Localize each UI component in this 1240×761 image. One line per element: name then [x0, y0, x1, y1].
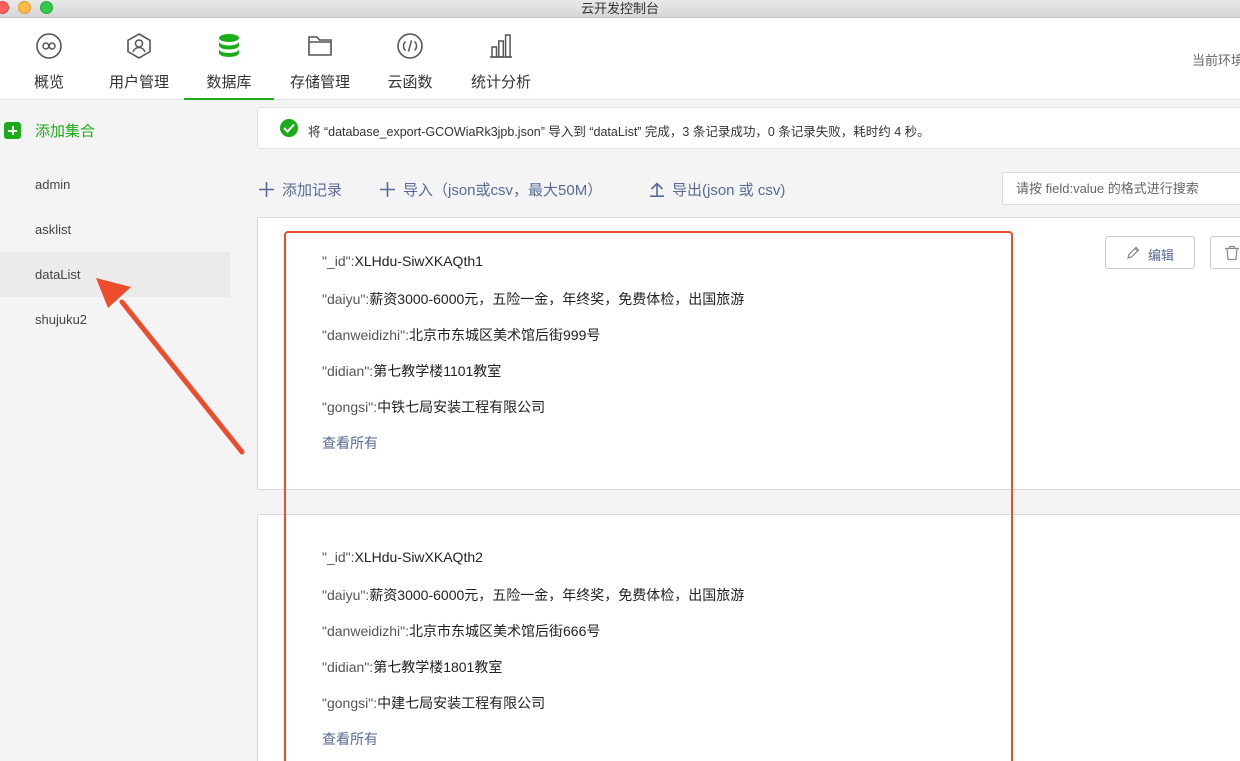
export-button[interactable]: 导出(json 或 csv) — [650, 179, 785, 200]
collection-asklist[interactable]: asklist — [0, 207, 230, 252]
edit-record-button[interactable]: 编辑 — [1105, 236, 1195, 269]
collection-shujuku2[interactable]: shujuku2 — [0, 297, 230, 342]
nav-statistics[interactable]: 统计分析 — [466, 18, 536, 100]
nav-overview[interactable]: 概览 — [22, 18, 76, 100]
add-collection-button[interactable]: 添加集合 — [0, 118, 200, 142]
record-field: "gongsi":中建七局安装工程有限公司 — [322, 695, 546, 711]
record-field: "danweidizhi":北京市东城区美术馆后街999号 — [322, 327, 601, 343]
edit-record-label: 编辑 — [1148, 248, 1175, 263]
record-field: "daiyu":薪资3000-6000元，五险一金，年终奖，免费体检，出国旅游 — [322, 291, 745, 307]
plus-icon — [380, 182, 395, 197]
nav-user-management-label: 用户管理 — [108, 74, 169, 91]
main-content: 将 “database_export-GCOWiaRk3jpb.json” 导入… — [230, 100, 1240, 761]
top-nav: 概览 用户管理 数据库 存储管理 云函数 统计分析 当前环境 — [0, 18, 1240, 100]
folder-icon — [308, 36, 332, 56]
add-icon — [4, 122, 21, 139]
upload-icon — [650, 182, 664, 197]
nav-database[interactable]: 数据库 — [184, 18, 274, 100]
nav-cloud-functions-label: 云函数 — [387, 74, 433, 91]
delete-record-button[interactable] — [1210, 236, 1240, 269]
pencil-icon — [1127, 246, 1140, 259]
window-title: 云开发控制台 — [580, 1, 659, 16]
success-check-icon — [280, 119, 298, 137]
notice-text: 将 “database_export-GCOWiaRk3jpb.json” 导入… — [308, 125, 930, 139]
record-card: "_id":XLHdu-SiwXKAQth2 "daiyu":薪资3000-60… — [257, 514, 1240, 761]
record-field: "danweidizhi":北京市东城区美术馆后街666号 — [322, 623, 601, 639]
window-titlebar: 云开发控制台 — [0, 0, 1240, 18]
record-field: "didian":第七教学楼1801教室 — [322, 659, 503, 675]
view-all-link[interactable]: 查看所有 — [322, 433, 378, 453]
user-icon — [127, 33, 151, 59]
add-record-label: 添加记录 — [282, 182, 343, 199]
overview-icon — [36, 33, 62, 59]
record-field: "gongsi":中铁七局安装工程有限公司 — [322, 399, 546, 415]
nav-database-label: 数据库 — [206, 74, 252, 91]
close-window-button[interactable] — [0, 1, 9, 14]
nav-user-management[interactable]: 用户管理 — [104, 18, 174, 100]
import-label: 导入（json或csv，最大50M） — [403, 182, 603, 199]
record-field: "didian":第七教学楼1101教室 — [322, 363, 502, 379]
nav-storage-management-label: 存储管理 — [289, 74, 350, 91]
trash-icon — [1225, 245, 1239, 261]
record-search-input[interactable] — [1002, 172, 1240, 205]
collection-sidebar: 添加集合 admin asklist dataList shujuku2 — [0, 100, 230, 761]
import-button[interactable]: 导入（json或csv，最大50M） — [380, 179, 602, 200]
view-all-link[interactable]: 查看所有 — [322, 729, 378, 749]
database-icon — [219, 34, 239, 57]
zoom-window-button[interactable] — [40, 1, 53, 14]
nav-cloud-functions[interactable]: 云函数 — [382, 18, 438, 100]
stats-icon — [490, 34, 512, 58]
current-environment-label[interactable]: 当前环境 — [1192, 50, 1240, 69]
collection-admin[interactable]: admin — [0, 162, 230, 207]
record-field: "daiyu":薪资3000-6000元，五险一金，年终奖，免费体检，出国旅游 — [322, 587, 745, 603]
record-card: "_id":XLHdu-SiwXKAQth1 "daiyu":薪资3000-60… — [257, 217, 1240, 490]
record-actions: 添加记录 导入（json或csv，最大50M） 导出(json 或 csv) — [257, 172, 1240, 206]
record-field: "_id":XLHdu-SiwXKAQth2 — [322, 549, 483, 565]
function-icon — [397, 33, 423, 59]
minimize-window-button[interactable] — [18, 1, 31, 14]
nav-overview-label: 概览 — [33, 74, 64, 91]
record-field: "_id":XLHdu-SiwXKAQth1 — [322, 253, 483, 269]
collection-datalist[interactable]: dataList — [0, 252, 230, 297]
add-collection-label: 添加集合 — [35, 123, 96, 140]
nav-statistics-label: 统计分析 — [470, 74, 531, 91]
nav-storage-management[interactable]: 存储管理 — [285, 18, 355, 100]
add-record-button[interactable]: 添加记录 — [259, 179, 342, 200]
export-label: 导出(json 或 csv) — [672, 182, 786, 199]
plus-icon — [259, 182, 274, 197]
import-success-notice: 将 “database_export-GCOWiaRk3jpb.json” 导入… — [257, 107, 1240, 149]
